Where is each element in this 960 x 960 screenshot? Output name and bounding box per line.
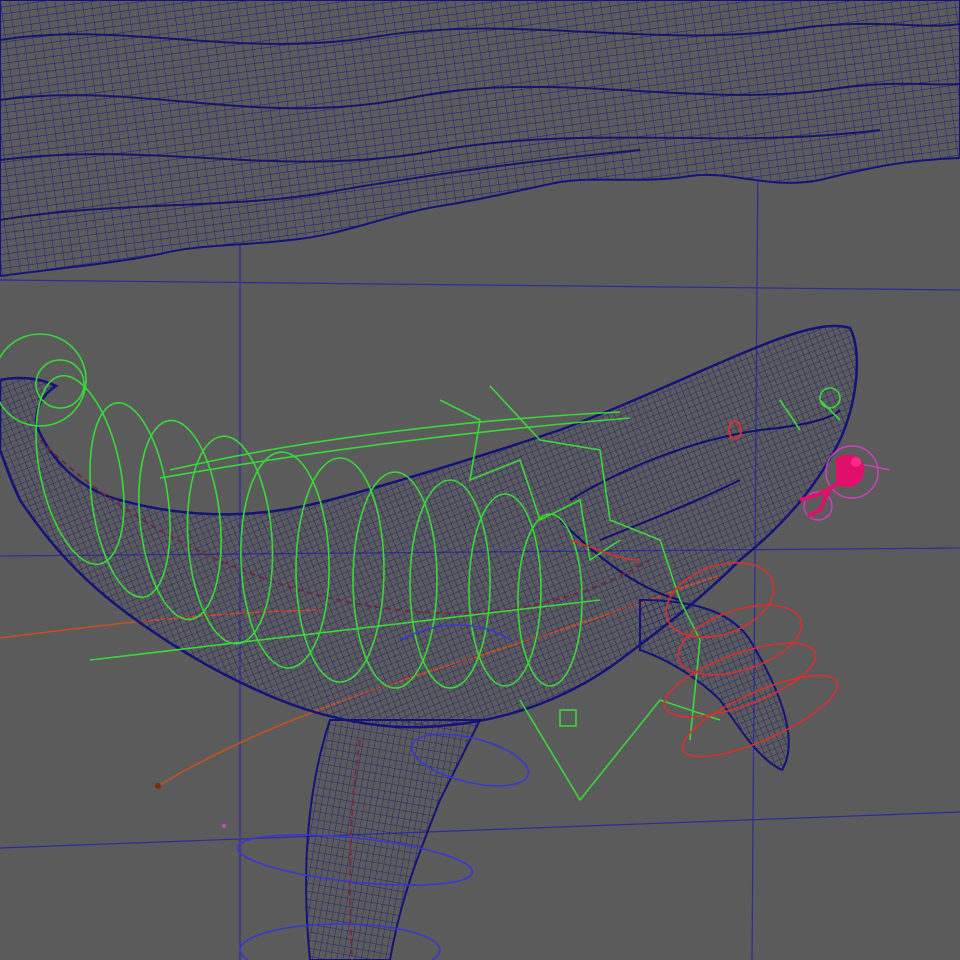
3d-viewport[interactable] <box>0 0 960 960</box>
curve-end-point[interactable] <box>155 783 161 789</box>
pivot-point[interactable] <box>222 824 226 828</box>
viewport-canvas[interactable] <box>0 0 960 960</box>
